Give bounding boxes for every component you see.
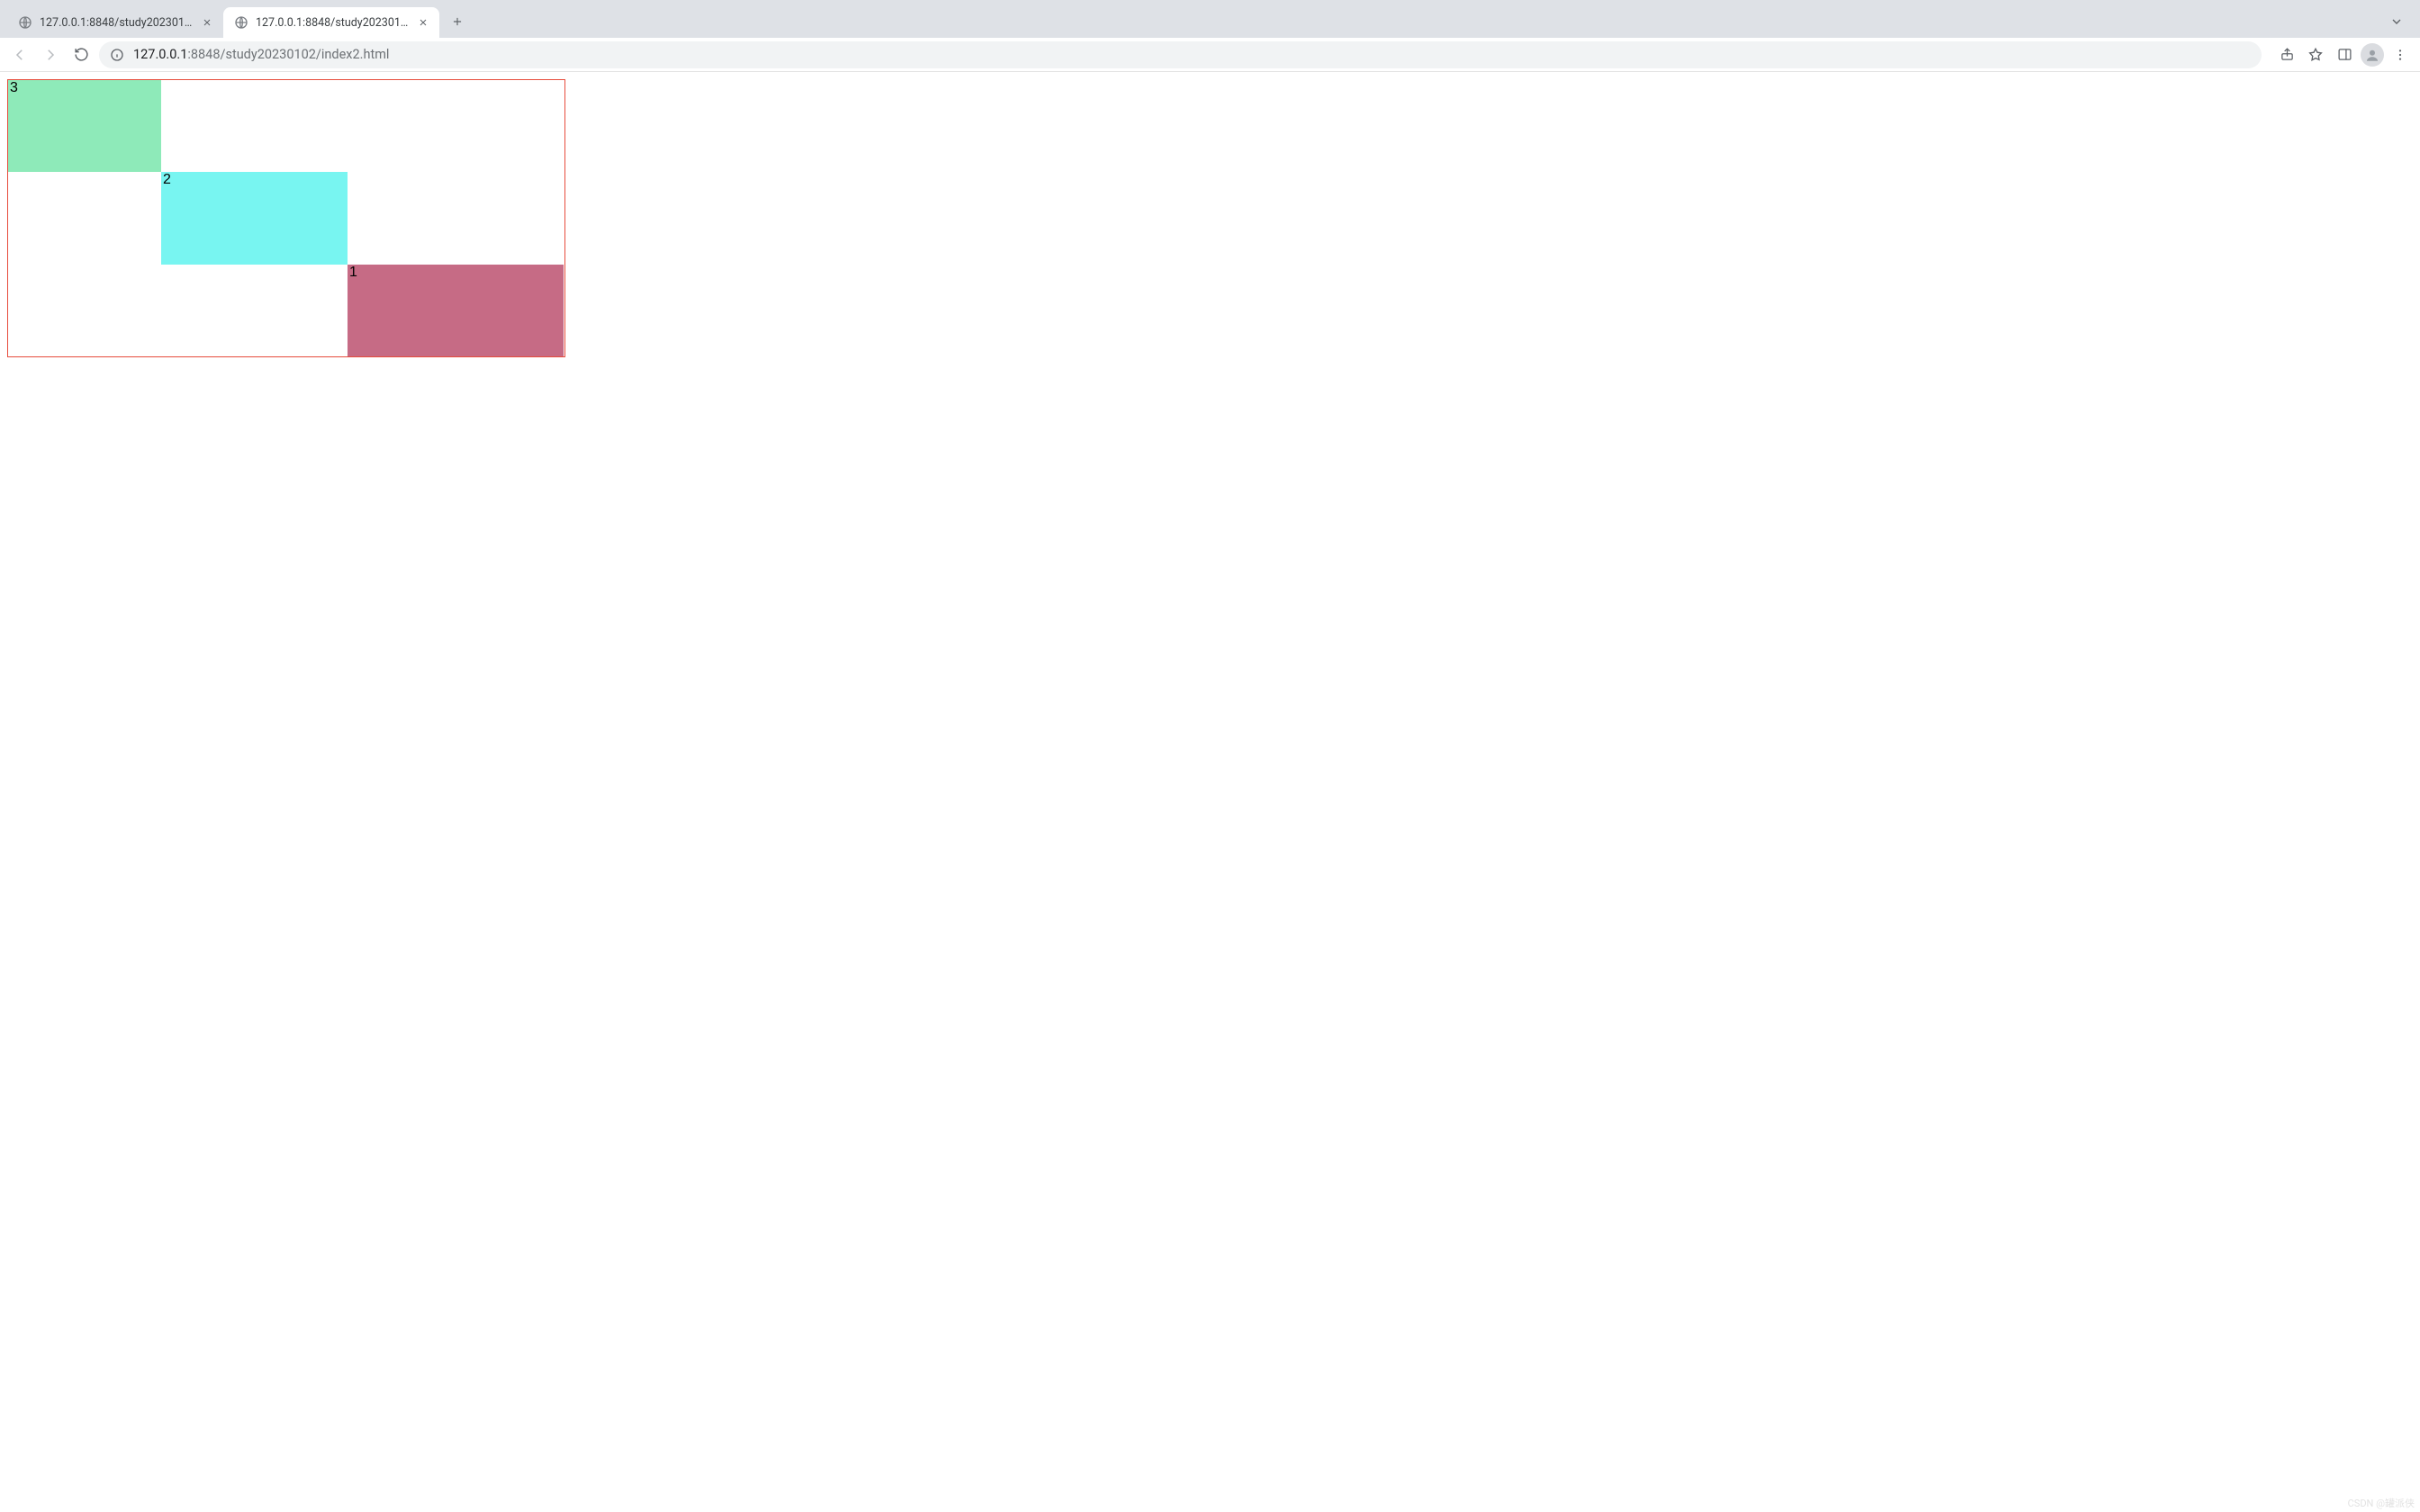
box-2: 2 <box>161 172 348 264</box>
box-3: 3 <box>8 80 161 172</box>
share-button[interactable] <box>2274 42 2299 68</box>
tabs-dropdown-button[interactable] <box>2384 9 2409 34</box>
flex-container: 1 2 3 <box>7 79 565 357</box>
menu-button[interactable] <box>2388 42 2413 68</box>
tab-0[interactable]: 127.0.0.1:8848/study20230102 <box>7 7 223 38</box>
url-text: 127.0.0.1:8848/study20230102/index2.html <box>133 47 389 62</box>
forward-button[interactable] <box>38 42 63 68</box>
watermark: CSDN @罐派侠 <box>2348 1496 2415 1510</box>
reload-button[interactable] <box>68 42 94 68</box>
globe-icon <box>18 15 32 30</box>
bookmark-button[interactable] <box>2303 42 2328 68</box>
tab-1[interactable]: 127.0.0.1:8848/study20230102 <box>223 7 439 38</box>
close-icon[interactable] <box>200 15 214 30</box>
close-icon[interactable] <box>416 15 430 30</box>
url-host: 127.0.0.1 <box>133 47 187 62</box>
toolbar: 127.0.0.1:8848/study20230102/index2.html <box>0 38 2420 72</box>
box-1: 1 <box>348 265 564 356</box>
url-path: :8848/study20230102/index2.html <box>187 47 389 62</box>
new-tab-button[interactable] <box>445 9 470 34</box>
sidepanel-button[interactable] <box>2332 42 2357 68</box>
browser-chrome: 127.0.0.1:8848/study20230102 127.0.0.1:8… <box>0 0 2420 72</box>
tab-title: 127.0.0.1:8848/study20230102 <box>256 16 409 30</box>
back-button[interactable] <box>7 42 32 68</box>
site-info-icon[interactable] <box>110 48 124 62</box>
toolbar-right <box>2274 42 2413 68</box>
profile-avatar[interactable] <box>2361 43 2384 67</box>
tab-strip: 127.0.0.1:8848/study20230102 127.0.0.1:8… <box>0 0 2420 38</box>
page-viewport: 1 2 3 <box>0 72 2420 364</box>
address-bar[interactable]: 127.0.0.1:8848/study20230102/index2.html <box>99 41 2262 68</box>
tab-title: 127.0.0.1:8848/study20230102 <box>40 16 193 30</box>
globe-icon <box>234 15 248 30</box>
